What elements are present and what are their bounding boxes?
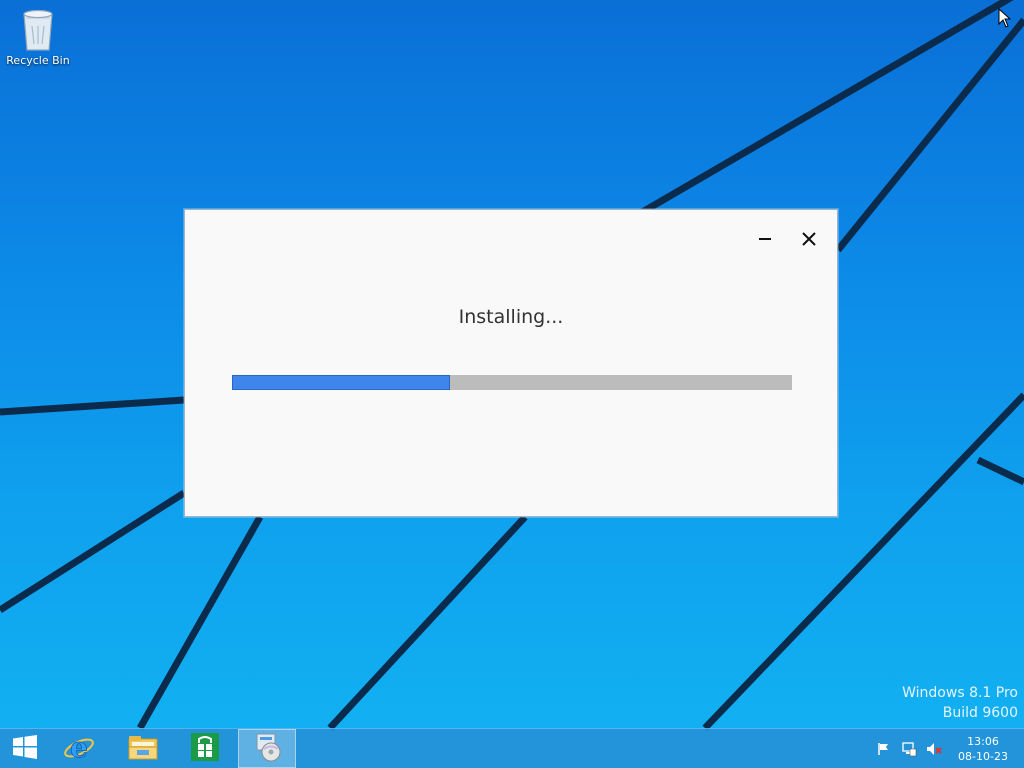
store-icon: [190, 732, 220, 766]
windows-logo-icon: [12, 734, 38, 763]
taskbar-installer[interactable]: [238, 729, 296, 768]
close-button[interactable]: [795, 226, 823, 254]
wallpaper-line: [976, 456, 1024, 486]
installer-icon: [251, 732, 283, 766]
file-explorer-icon: [127, 733, 159, 765]
taskbar-clock[interactable]: 13:06 08-10-23: [948, 734, 1018, 764]
network-icon[interactable]: [901, 741, 917, 757]
start-button[interactable]: [0, 729, 50, 768]
installer-dialog: Installing...: [184, 209, 838, 517]
taskbar-file-explorer[interactable]: [114, 729, 172, 768]
svg-text:e: e: [70, 732, 88, 762]
install-progress-fill: [232, 375, 450, 390]
watermark-edition: Windows 8.1 Pro: [902, 685, 1018, 701]
wallpaper-line: [835, 17, 1024, 253]
clock-time: 13:06: [967, 735, 999, 748]
wallpaper-line: [0, 490, 186, 613]
desktop: Recycle Bin Installing... Windows 8.1 Pr…: [0, 0, 1024, 768]
volume-muted-icon[interactable]: [926, 741, 942, 757]
minimize-icon: [758, 231, 772, 250]
install-progress-bar: [232, 375, 792, 390]
wallpaper-line: [0, 396, 185, 416]
internet-explorer-icon: e: [63, 730, 95, 766]
install-status-text: Installing...: [458, 306, 564, 328]
action-center-flag-icon[interactable]: [876, 741, 892, 757]
recycle-bin-icon: [20, 6, 56, 52]
taskbar-store[interactable]: [176, 729, 234, 768]
minimize-button[interactable]: [751, 226, 779, 254]
clock-date: 08-10-23: [958, 750, 1008, 763]
desktop-icon-recycle-bin[interactable]: Recycle Bin: [4, 6, 72, 68]
close-icon: [802, 231, 816, 250]
wallpaper-line: [327, 514, 528, 731]
windows-version-watermark: Windows 8.1 Pro Build 9600: [902, 683, 1018, 723]
mouse-cursor-icon: [998, 8, 1012, 28]
taskbar: e 13:06 08-10-23: [0, 728, 1024, 768]
wallpaper-line: [136, 515, 264, 730]
taskbar-internet-explorer[interactable]: e: [50, 729, 108, 768]
recycle-bin-label: Recycle Bin: [6, 54, 70, 67]
watermark-build: Build 9600: [942, 705, 1018, 721]
